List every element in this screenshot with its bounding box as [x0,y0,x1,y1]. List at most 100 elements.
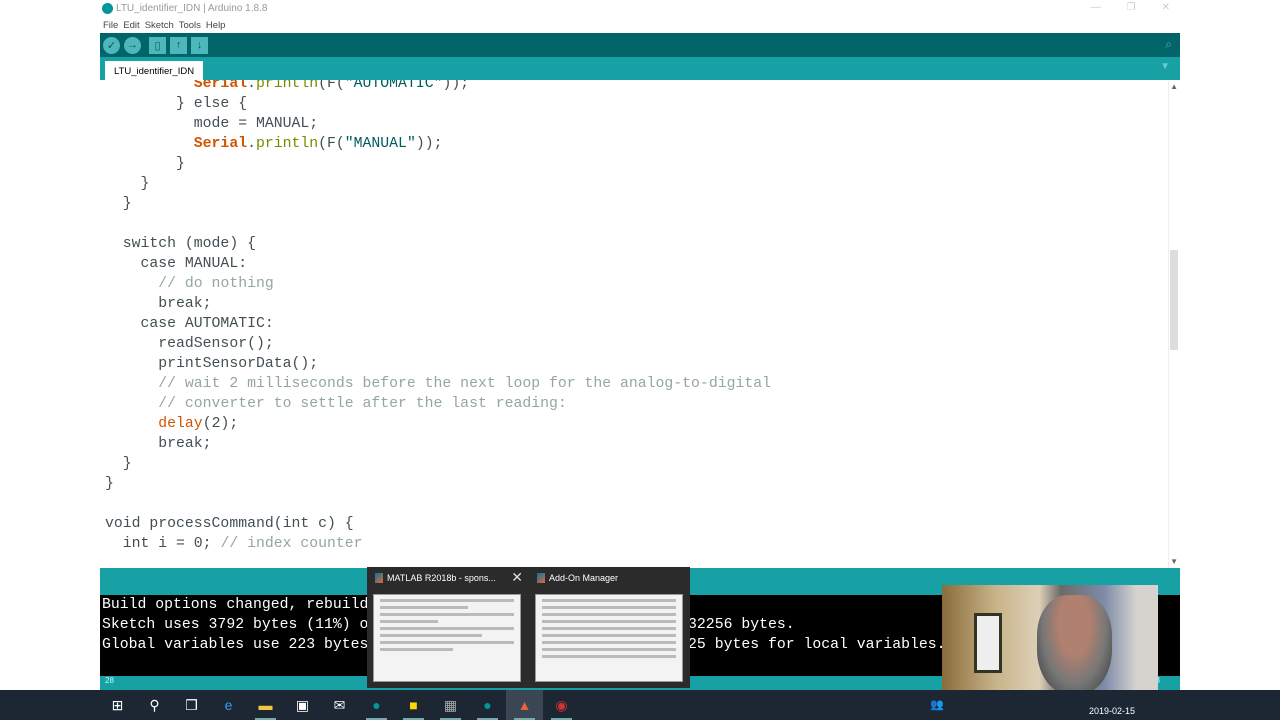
code-token: "MANUAL" [344,136,416,152]
code-token: case MANUAL: [105,256,248,272]
arduino-icon[interactable]: ● [358,690,395,720]
code-token: } [105,176,150,192]
scroll-up-icon[interactable]: ▲ [1170,82,1178,91]
vertical-scrollbar[interactable]: ▲ ▼ [1168,80,1180,568]
arduino-logo-icon [102,3,113,14]
serial-monitor-icon[interactable]: ⌕ [1165,37,1172,52]
code-token: void processCommand(int c) { [105,516,354,532]
preview-title: Add-On Manager [549,573,619,583]
code-line: // converter to settle after the last re… [105,394,771,414]
upload-icon[interactable]: → [124,36,141,54]
code-line: break; [105,434,771,454]
task-view-icon[interactable]: ❒ [173,690,210,720]
code-line: } else { [105,94,771,114]
code-token: println [255,80,319,92]
menu-tools[interactable]: Tools [179,20,201,31]
menu-help[interactable]: Help [206,20,226,31]
menu-sketch[interactable]: Sketch [145,20,174,31]
code-line: } [105,474,771,494]
code-token: (F( [318,80,345,92]
code-token: printSensorData(); [105,356,319,372]
code-line: int i = 0; // index counter [105,534,771,554]
preview-title: MATLAB R2018b - spons... [387,573,496,583]
code-token: } else { [105,96,248,112]
matlab-icon [537,573,545,583]
code-line: } [105,194,771,214]
code-editor[interactable]: Serial.println(F("AUTOMATIC")); } else {… [100,80,1180,568]
code-token: } [105,196,132,212]
code-text: Serial.println(F("AUTOMATIC")); } else {… [105,80,771,554]
code-line: switch (mode) { [105,234,771,254]
title-bar: LTU_identifier_IDN | Arduino 1.8.8 — ❐ ✕ [100,0,1180,17]
close-button[interactable]: ✕ [1162,2,1170,13]
code-token: // wait 2 milliseconds before the next l… [158,376,771,392]
menu-edit[interactable]: Edit [123,20,139,31]
code-token: Serial [193,136,248,152]
verify-icon[interactable]: ✓ [103,36,120,54]
code-line: // wait 2 milliseconds before the next l… [105,374,771,394]
new-icon[interactable]: ▯ [149,36,166,54]
code-line: case MANUAL: [105,254,771,274]
code-line: readSensor(); [105,334,771,354]
windows-start-icon[interactable]: ⊞ [99,690,136,720]
close-preview-button[interactable]: ✕ [511,569,523,586]
mail-icon[interactable]: ✉ [321,690,358,720]
tab-sketch[interactable]: LTU_identifier_IDN [105,61,204,80]
webcam-overlay [942,585,1158,705]
store-icon[interactable]: ▣ [284,690,321,720]
code-token: println [255,136,319,152]
code-token: case AUTOMATIC: [105,316,274,332]
code-token: break; [105,296,212,312]
code-token: )); [415,136,443,152]
maximize-button[interactable]: ❐ [1127,2,1136,13]
code-line: printSensorData(); [105,354,771,374]
menu-file[interactable]: File [103,20,118,31]
menu-bar: File Edit Sketch Tools Help [100,17,1180,33]
code-token: "AUTOMATIC" [344,80,443,92]
save-icon[interactable]: ↓ [191,36,208,54]
code-token: } [105,476,114,492]
people-icon[interactable]: 👥 [930,698,944,711]
code-token: } [105,456,132,472]
recorder-icon[interactable]: ◉ [543,690,580,720]
arduino-icon[interactable]: ● [469,690,506,720]
code-token: readSensor(); [105,336,274,352]
preview-thumbnail [373,594,521,682]
code-token: )); [442,80,470,92]
scroll-down-icon[interactable]: ▼ [1170,557,1178,566]
preview-matlab[interactable]: MATLAB R2018b - spons... ✕ [367,567,527,688]
matlab-icon[interactable]: ▲ [506,690,543,720]
code-token: // converter to settle after the last re… [158,396,567,412]
file-explorer-icon[interactable]: ▬ [247,690,284,720]
code-token: int i = 0; [105,536,221,552]
code-line: } [105,174,771,194]
search-icon[interactable]: ⚲ [136,690,173,720]
tab-menu-icon[interactable]: ▼ [1160,61,1170,72]
code-token: Serial [193,80,248,92]
edge-icon[interactable]: e [210,690,247,720]
code-line: break; [105,294,771,314]
code-line: // do nothing [105,274,771,294]
preview-thumbnail [535,594,683,682]
sticky-notes-icon[interactable]: ■ [395,690,432,720]
preview-addon-manager[interactable]: Add-On Manager [529,567,689,688]
open-icon[interactable]: ↑ [170,36,187,54]
matlab-icon [375,573,383,583]
code-line: } [105,454,771,474]
scrollbar-thumb[interactable] [1170,250,1178,350]
window-title: LTU_identifier_IDN | Arduino 1.8.8 [116,3,268,14]
code-token: (F( [318,136,345,152]
minimize-button[interactable]: — [1091,2,1101,13]
code-token: . [247,136,256,152]
code-line: case AUTOMATIC: [105,314,771,334]
code-line: Serial.println(F("MANUAL")); [105,134,771,154]
app-icon[interactable]: ▦ [432,690,469,720]
taskbar-preview-popup: MATLAB R2018b - spons... ✕ Add-On Manage… [367,567,690,688]
toolbar: ✓ → ▯ ↑ ↓ ⌕ [100,33,1180,57]
code-token: mode = MANUAL; [105,116,319,132]
